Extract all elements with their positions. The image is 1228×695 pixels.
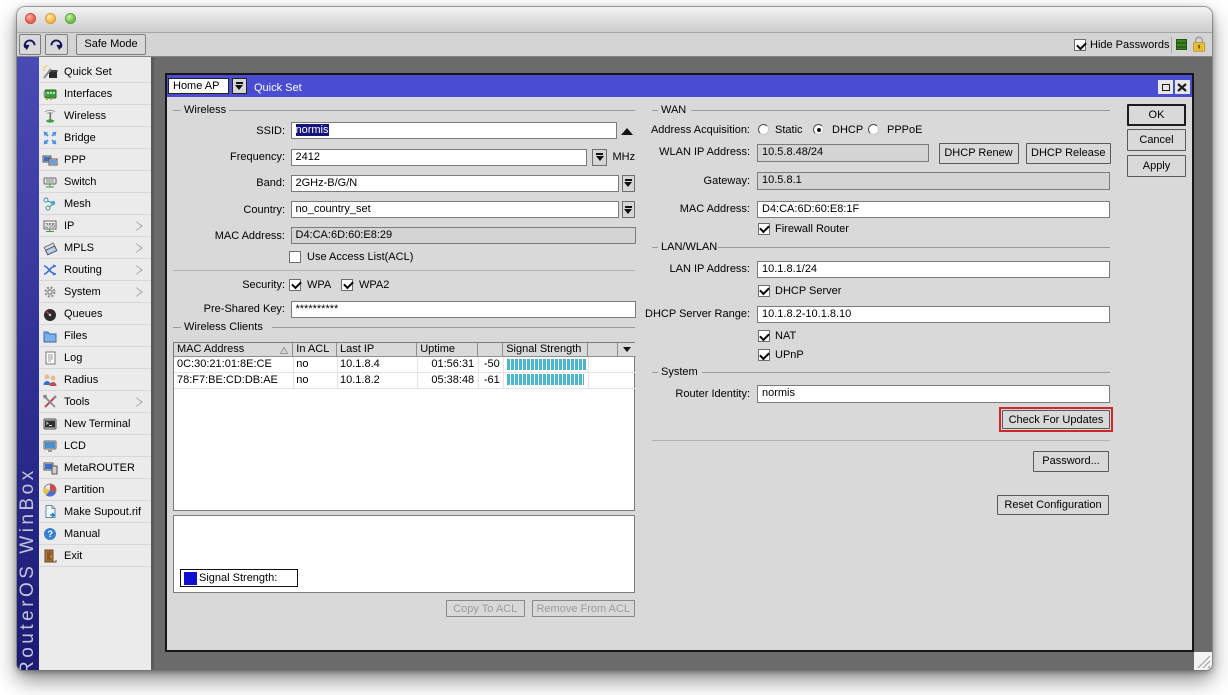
svg-text:?: ? <box>48 529 54 539</box>
svg-text:255: 255 <box>45 223 56 229</box>
